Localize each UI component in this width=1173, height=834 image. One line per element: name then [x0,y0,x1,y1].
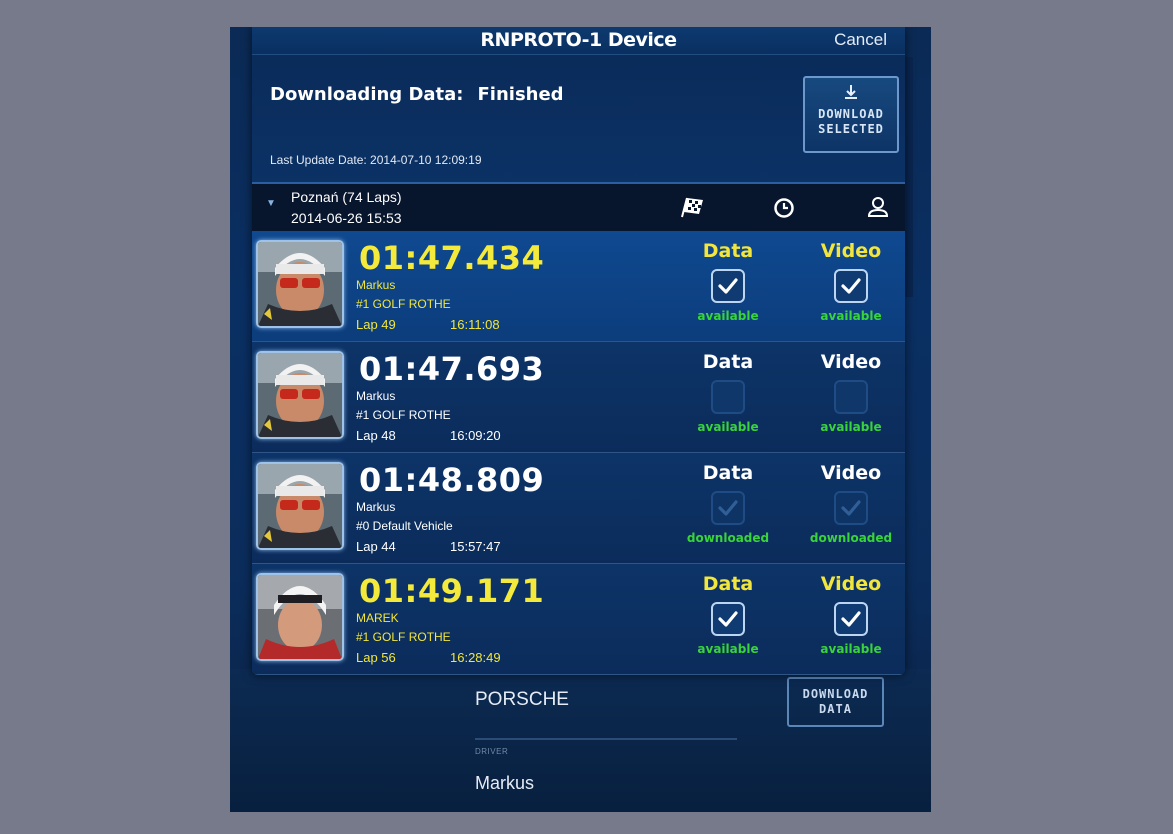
download-data-label-1: DOWNLOAD [802,687,869,701]
lap-driver: MAREK [356,611,399,625]
lap-driver: Markus [356,278,396,292]
download-status-label: Downloading Data: [270,84,464,105]
data-checkbox[interactable] [711,491,745,525]
download-status: Downloading Data: Finished [270,84,564,105]
last-update-date: Last Update Date: 2014-07-10 12:09:19 [270,153,482,167]
video-status: downloaded [809,531,893,545]
lap-row[interactable]: 01:49.171 MAREK #1 GOLF ROTHE Lap 56 16:… [252,564,905,675]
video-checkbox[interactable] [834,269,868,303]
driver-photo [256,573,344,661]
video-column-label: Video [820,240,882,262]
download-data-button[interactable]: DOWNLOAD DATA [787,677,884,727]
lap-time-of-day: 16:09:20 [450,428,501,443]
vehicle-field[interactable]: PORSCHE [475,689,569,711]
data-status: available [697,309,759,323]
title-bar: RNPROTO-1 Device Cancel [252,27,905,55]
driver-photo [256,351,344,439]
data-column-label: Data [702,573,754,595]
video-status: available [820,642,882,656]
data-status: available [697,420,759,434]
video-status: available [820,420,882,434]
lap-time-of-day: 16:28:49 [450,650,501,665]
lap-number: Lap 48 [356,428,396,443]
data-checkbox[interactable] [711,269,745,303]
driver-field[interactable]: Markus [475,773,534,794]
lap-driver: Markus [356,500,396,514]
lap-row[interactable]: 01:48.809 Markus #0 Default Vehicle Lap … [252,453,905,564]
lap-vehicle: #1 GOLF ROTHE [356,297,451,311]
device-modal: RNPROTO-1 Device Cancel Downloading Data… [252,27,905,675]
track-name: Poznań (74 Laps) [291,189,402,205]
lap-time: 01:47.434 [359,239,545,277]
driver-photo [256,240,344,328]
track-date: 2014-06-26 15:53 [291,210,402,226]
video-checkbox[interactable] [834,491,868,525]
lap-row[interactable]: 01:47.693 Markus #1 GOLF ROTHE Lap 48 16… [252,342,905,453]
download-status-value: Finished [477,84,564,105]
modal-title: RNPROTO-1 Device [480,29,677,51]
device-screen: PORSCHE DRIVER Markus DOWNLOAD DATA RNPR… [230,27,931,812]
lap-vehicle: #1 GOLF ROTHE [356,630,451,644]
user-icon[interactable] [866,195,890,224]
video-status: available [820,309,882,323]
driver-field-label: DRIVER [475,747,509,756]
data-status: available [697,642,759,656]
download-selected-label-2: SELECTED [818,122,884,136]
data-column-label: Data [702,462,754,484]
lap-vehicle: #0 Default Vehicle [356,519,453,533]
lap-time-of-day: 16:11:08 [450,317,500,332]
lap-time: 01:48.809 [359,461,545,499]
field-divider [475,738,737,740]
lap-time: 01:49.171 [359,572,545,610]
lap-row[interactable]: 01:47.434 Markus #1 GOLF ROTHE Lap 49 16… [252,231,905,342]
lap-number: Lap 44 [356,539,396,554]
lap-number: Lap 56 [356,650,396,665]
video-column-label: Video [820,462,882,484]
clock-icon[interactable] [773,197,795,224]
lap-time-of-day: 15:57:47 [450,539,501,554]
lap-vehicle: #1 GOLF ROTHE [356,408,451,422]
download-arrow-icon [805,84,897,104]
lap-list: 01:47.434 Markus #1 GOLF ROTHE Lap 49 16… [252,231,905,675]
data-column-label: Data [702,351,754,373]
data-status: downloaded [686,531,770,545]
download-data-label-2: DATA [819,702,852,716]
video-column-label: Video [820,573,882,595]
download-selected-label-1: DOWNLOAD [818,107,884,121]
data-checkbox[interactable] [711,380,745,414]
track-header[interactable]: ▼ Poznań (74 Laps) 2014-06-26 15:53 [252,182,905,232]
data-column-label: Data [702,240,754,262]
video-column-label: Video [820,351,882,373]
panel-edge [905,57,913,297]
data-checkbox[interactable] [711,602,745,636]
background-form: PORSCHE DRIVER Markus DOWNLOAD DATA [230,669,931,812]
lap-number: Lap 49 [356,317,396,332]
download-selected-button[interactable]: DOWNLOAD SELECTED [803,76,899,153]
chevron-down-icon[interactable]: ▼ [266,198,276,209]
video-checkbox[interactable] [834,602,868,636]
cancel-button[interactable]: Cancel [834,30,887,50]
driver-photo [256,462,344,550]
lap-time: 01:47.693 [359,350,545,388]
lap-driver: Markus [356,389,396,403]
checkered-flag-icon[interactable] [679,196,705,223]
video-checkbox[interactable] [834,380,868,414]
